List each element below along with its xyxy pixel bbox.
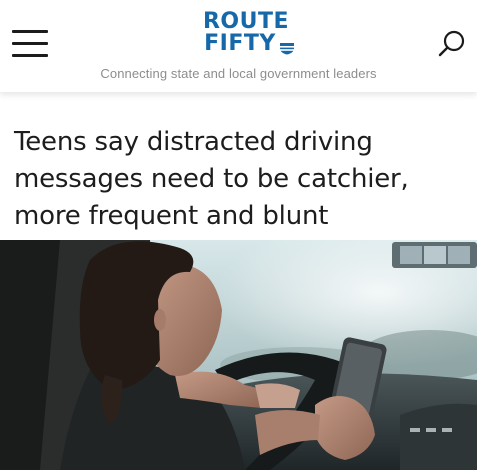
site-tagline: Connecting state and local government le…	[100, 66, 377, 81]
route-fifty-logo[interactable]: ROUTE FIFTY	[191, 8, 301, 60]
search-icon-graphic	[438, 30, 465, 57]
hamburger-menu-icon[interactable]	[12, 28, 48, 58]
article-headline: Teens say distracted driving messages ne…	[14, 127, 409, 231]
menu-bar	[12, 42, 48, 45]
menu-bar	[12, 54, 48, 57]
article-page: ROUTE FIFTY Connecting state and local g…	[0, 0, 477, 470]
logo-shield-icon	[280, 43, 294, 55]
search-icon[interactable]	[436, 28, 468, 60]
menu-bar	[12, 30, 48, 33]
hero-photo-graphic	[0, 240, 477, 470]
site-header: ROUTE FIFTY Connecting state and local g…	[0, 0, 477, 92]
teen-driver-texting-photo	[0, 240, 477, 470]
